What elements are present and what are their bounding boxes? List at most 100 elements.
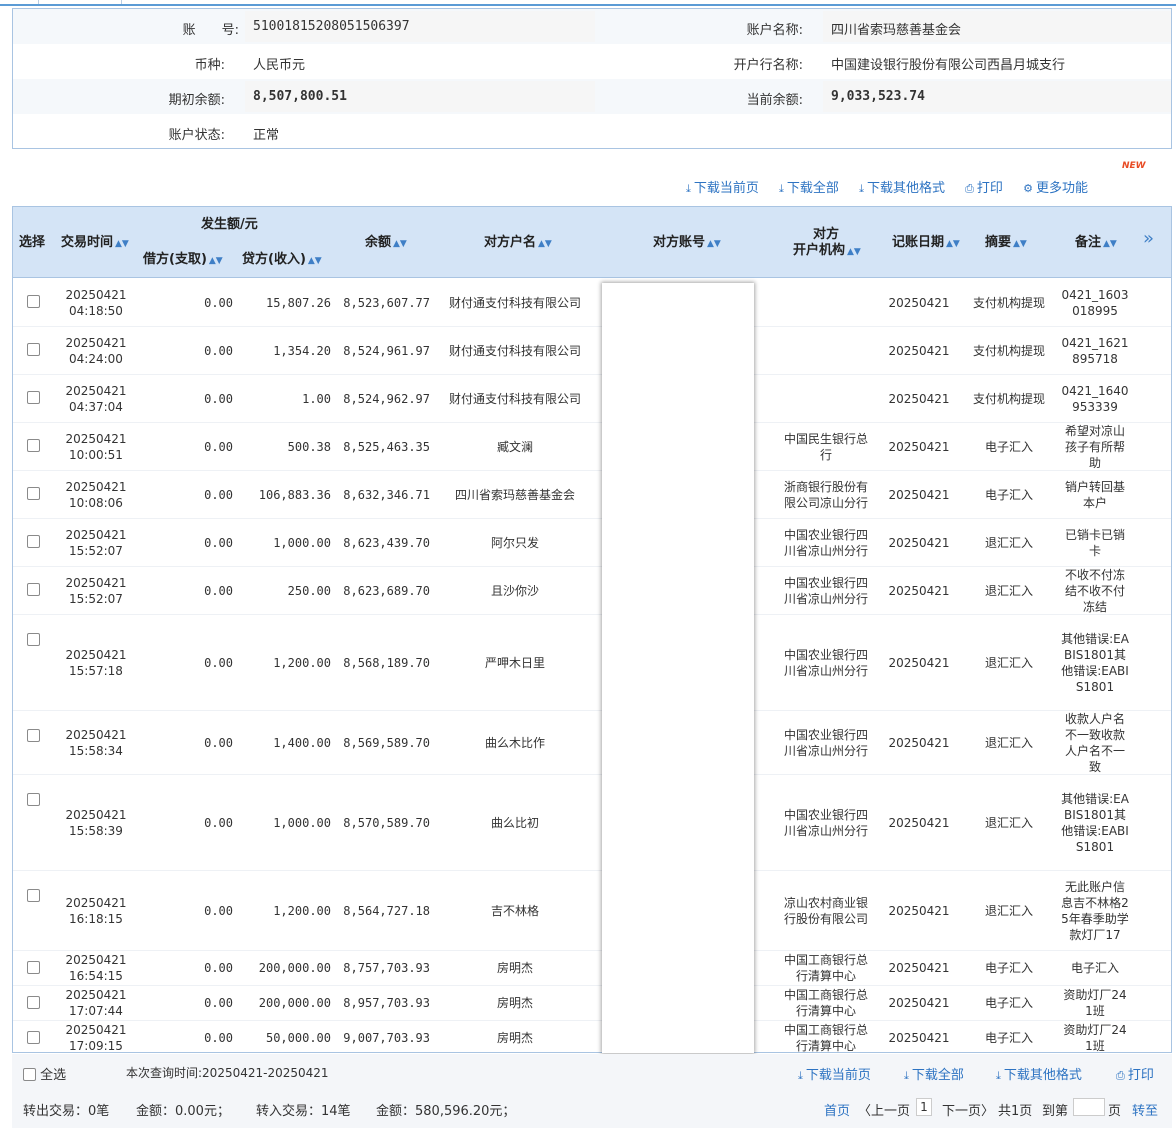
- table-row[interactable]: 20250421 10:08:06 0.00 106,883.36 8,632,346.…: [13, 471, 1171, 519]
- table-row[interactable]: 20250421 16:54:15 0.00 200,000.00 8,757,703.…: [13, 951, 1171, 986]
- cell-select[interactable]: [13, 1021, 53, 1052]
- next-page-link[interactable]: 下一页〉: [942, 1100, 994, 1119]
- row-checkbox[interactable]: [26, 295, 40, 308]
- cell-text: 0.00: [204, 535, 233, 550]
- row-checkbox[interactable]: [26, 583, 40, 596]
- table-row[interactable]: 20250421 04:24:00 0.00 1,354.20 8,524,961.97…: [13, 327, 1171, 375]
- table-row[interactable]: 20250421 15:52:07 0.00 250.00 8,623,689.70 且沙…: [13, 567, 1171, 615]
- cell-text: 1.00: [302, 391, 331, 406]
- print-button[interactable]: ⎙ 打印: [965, 181, 1003, 196]
- cell-select[interactable]: [13, 567, 53, 614]
- cell-post-date: 20250421: [881, 951, 957, 985]
- header-balance[interactable]: 余额 ▲▼: [365, 235, 407, 252]
- row-checkbox[interactable]: [26, 633, 40, 646]
- cell-select[interactable]: [13, 327, 53, 374]
- download-all-button[interactable]: ⤓ 下载全部: [779, 181, 839, 196]
- cell-text: 8,632,346.71: [343, 487, 430, 502]
- row-checkbox[interactable]: [26, 391, 40, 404]
- table-footer: 全选 本次查询时间:20250421-20250421 ⤓ 下载当前页 ⤓ 下载全部…: [12, 1054, 1172, 1128]
- cell-text: 8,623,689.70: [343, 583, 430, 598]
- table-row[interactable]: 20250421 16:18:15 0.00 1,200.00 8,564,727.18…: [13, 871, 1171, 951]
- header-credit[interactable]: 贷方(收入) ▲▼: [242, 252, 322, 269]
- table-row[interactable]: 20250421 15:52:07 0.00 1,000.00 8,623,439.70…: [13, 519, 1171, 567]
- cell-text: 资助灯厂241班: [1063, 988, 1127, 1018]
- cell-counterparty-name: 曲么木比作: [441, 711, 589, 774]
- cell-select[interactable]: [13, 951, 53, 985]
- cell-select[interactable]: [13, 615, 53, 710]
- cell-text: 8,623,439.70: [343, 535, 430, 550]
- download-current-button[interactable]: ⤓ 下载当前页: [686, 181, 759, 196]
- row-checkbox[interactable]: [26, 996, 40, 1009]
- table-row[interactable]: 20250421 15:58:34 0.00 1,400.00 8,569,589.70…: [13, 711, 1171, 775]
- cell-text: 8,568,189.70: [343, 655, 430, 670]
- row-checkbox[interactable]: [26, 439, 40, 452]
- prev-page-link[interactable]: 〈上一页: [858, 1100, 910, 1119]
- select-all[interactable]: 全选: [23, 1064, 66, 1083]
- header-counterparty-account[interactable]: 对方账号 ▲▼: [653, 235, 721, 252]
- header-counterparty-name[interactable]: 对方户名 ▲▼: [484, 235, 552, 252]
- expand-columns-icon[interactable]: »: [1143, 230, 1154, 248]
- table-row[interactable]: 20250421 15:57:18 0.00 1,200.00 8,568,189.70…: [13, 615, 1171, 711]
- cell-counterparty-name: 财付通支付科技有限公司: [441, 375, 589, 422]
- cell-counterparty-name: 且沙你沙: [441, 567, 589, 614]
- table-row[interactable]: 20250421 17:09:15 0.00 50,000.00 9,007,703.9…: [13, 1021, 1171, 1052]
- cell-credit: 200,000.00: [233, 951, 331, 985]
- row-checkbox[interactable]: [26, 961, 40, 974]
- cell-credit: 1.00: [233, 375, 331, 422]
- row-checkbox[interactable]: [26, 1031, 40, 1044]
- header-debit[interactable]: 借方(支取) ▲▼: [143, 252, 223, 269]
- table-row[interactable]: 20250421 04:37:04 0.00 1.00 8,524,962.97 财付通支…: [13, 375, 1171, 423]
- header-counterparty-bank[interactable]: 对方 开户机构 ▲▼: [793, 227, 861, 260]
- active-tab[interactable]: [38, 0, 122, 4]
- cell-select[interactable]: [13, 986, 53, 1020]
- row-checkbox[interactable]: [26, 793, 40, 806]
- cell-post-date: 20250421: [881, 471, 957, 518]
- row-checkbox[interactable]: [26, 535, 40, 548]
- currency-label: 币种:: [194, 58, 225, 73]
- cell-summary: 电子汇入: [971, 471, 1047, 518]
- cell-debit: 0.00: [143, 951, 233, 985]
- cell-debit: 0.00: [143, 327, 233, 374]
- cell-time: 20250421 17:09:15: [57, 1021, 135, 1052]
- cell-post-date: 20250421: [881, 775, 957, 870]
- download-other-format-button[interactable]: ⤓ 下载其他格式: [859, 181, 945, 196]
- table-row[interactable]: 20250421 10:00:51 0.00 500.38 8,525,463.35 臧文…: [13, 423, 1171, 471]
- cell-select[interactable]: [13, 775, 53, 870]
- cell-select[interactable]: [13, 711, 53, 774]
- header-time[interactable]: 交易时间 ▲▼: [61, 235, 129, 252]
- cell-select[interactable]: [13, 423, 53, 470]
- cell-select[interactable]: [13, 375, 53, 422]
- first-page-link[interactable]: 首页: [824, 1100, 850, 1119]
- cell-select[interactable]: [13, 279, 53, 326]
- table-row[interactable]: 20250421 17:07:44 0.00 200,000.00 8,957,703.…: [13, 986, 1171, 1021]
- current-page[interactable]: 1: [916, 1098, 932, 1116]
- goto-button[interactable]: 转至: [1132, 1100, 1158, 1119]
- footer-download-other-button[interactable]: ⤓ 下载其他格式: [996, 1064, 1082, 1083]
- cell-select[interactable]: [13, 871, 53, 950]
- new-badge: NEW: [1122, 161, 1146, 171]
- goto-page-input[interactable]: [1073, 1098, 1105, 1116]
- cell-text: 且沙你沙: [490, 583, 539, 598]
- cell-select[interactable]: [13, 519, 53, 566]
- footer-download-current-button[interactable]: ⤓ 下载当前页: [798, 1064, 871, 1083]
- cell-text: 20250421: [888, 815, 950, 830]
- table-row[interactable]: 20250421 15:58:39 0.00 1,000.00 8,570,589.70…: [13, 775, 1171, 871]
- row-checkbox[interactable]: [26, 889, 40, 902]
- sort-icon: ▲▼: [307, 256, 322, 266]
- cell-select[interactable]: [13, 471, 53, 518]
- footer-download-all-button[interactable]: ⤓ 下载全部: [904, 1064, 964, 1083]
- footer-print-button[interactable]: ⎙ 打印: [1116, 1064, 1154, 1083]
- cell-text: 严呷木日里: [484, 655, 545, 670]
- more-functions-button[interactable]: ⚙ 更多功能: [1023, 181, 1088, 196]
- cell-text: 退汇汇入: [984, 583, 1033, 598]
- cell-text: 20250421: [65, 953, 127, 967]
- row-checkbox[interactable]: [26, 487, 40, 500]
- select-all-checkbox[interactable]: [23, 1068, 36, 1081]
- row-checkbox[interactable]: [26, 729, 40, 742]
- cell-text: 20250421: [888, 343, 950, 358]
- row-checkbox[interactable]: [26, 343, 40, 356]
- header-summary[interactable]: 摘要 ▲▼: [985, 235, 1027, 252]
- header-remark[interactable]: 备注 ▲▼: [1075, 235, 1117, 252]
- header-post-date[interactable]: 记账日期 ▲▼: [892, 235, 960, 252]
- table-row[interactable]: 20250421 04:18:50 0.00 15,807.26 8,523,607.7…: [13, 279, 1171, 327]
